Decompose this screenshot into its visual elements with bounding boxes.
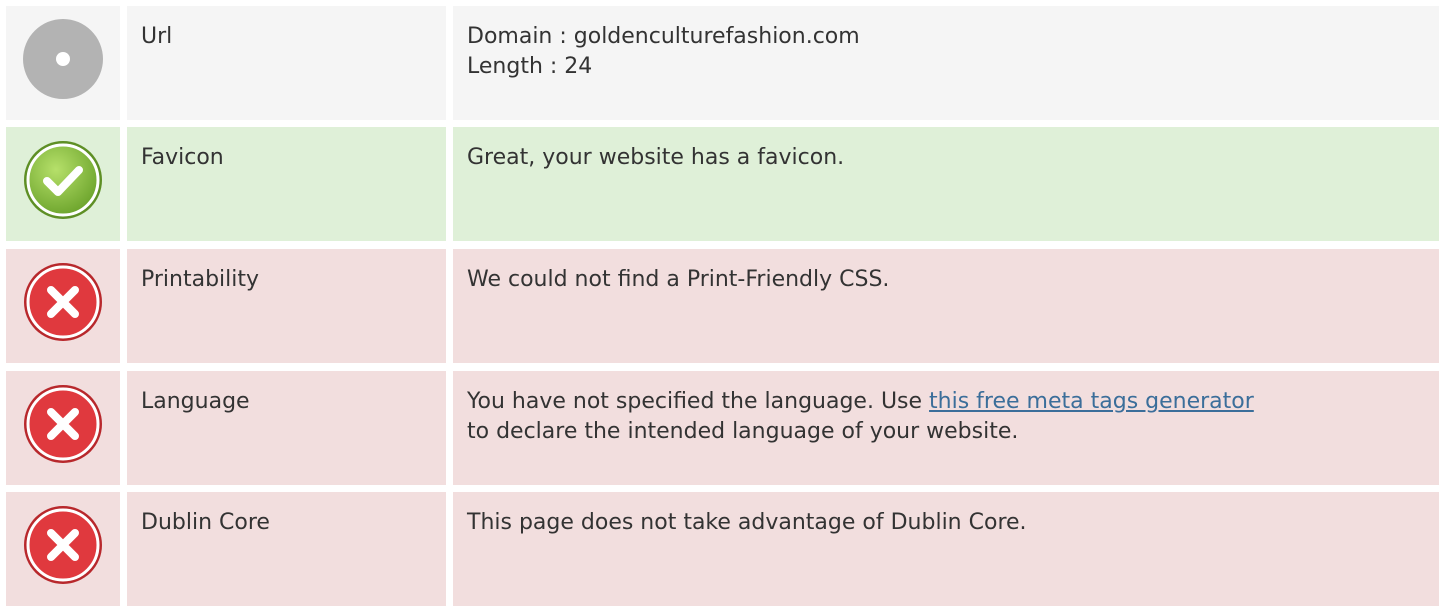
- row-value: Great, your website has a favicon.: [453, 127, 1439, 241]
- seo-report-table: Url Domain : goldenculturefashion.com Le…: [0, 0, 1445, 612]
- row-icon-cell: [6, 492, 120, 606]
- report-row-dublin-core: Dublin Core This page does not take adva…: [6, 492, 1439, 606]
- row-value: This page does not take advantage of Dub…: [453, 492, 1439, 606]
- report-row-favicon: Favicon Great, your website has a favico…: [6, 127, 1439, 241]
- row-label: Printability: [127, 249, 446, 363]
- row-label: Favicon: [127, 127, 446, 241]
- language-text-before: You have not specified the language. Use: [467, 389, 930, 414]
- row-value: You have not specified the language. Use…: [453, 371, 1439, 485]
- row-label: Dublin Core: [127, 492, 446, 606]
- row-label: Language: [127, 371, 446, 485]
- error-x-icon: [22, 504, 104, 586]
- report-row-url: Url Domain : goldenculturefashion.com Le…: [6, 6, 1439, 120]
- row-icon-cell: [6, 127, 120, 241]
- domain-text: Domain : goldenculturefashion.com: [467, 24, 860, 49]
- info-neutral-icon: [22, 18, 104, 100]
- error-x-icon: [22, 261, 104, 343]
- report-row-language: Language You have not specified the lang…: [6, 371, 1439, 485]
- length-text: Length : 24: [467, 54, 593, 79]
- row-value: We could not find a Print-Friendly CSS.: [453, 249, 1439, 363]
- error-x-icon: [22, 383, 104, 465]
- report-row-printability: Printability We could not find a Print-F…: [6, 249, 1439, 363]
- row-icon-cell: [6, 371, 120, 485]
- language-text-after: to declare the intended language of your…: [467, 419, 1019, 444]
- row-icon-cell: [6, 249, 120, 363]
- row-label: Url: [127, 6, 446, 120]
- row-value: Domain : goldenculturefashion.com Length…: [453, 6, 1439, 120]
- check-icon: [22, 139, 104, 221]
- meta-tags-generator-link[interactable]: this free meta tags generator: [929, 389, 1254, 414]
- row-icon-cell: [6, 6, 120, 120]
